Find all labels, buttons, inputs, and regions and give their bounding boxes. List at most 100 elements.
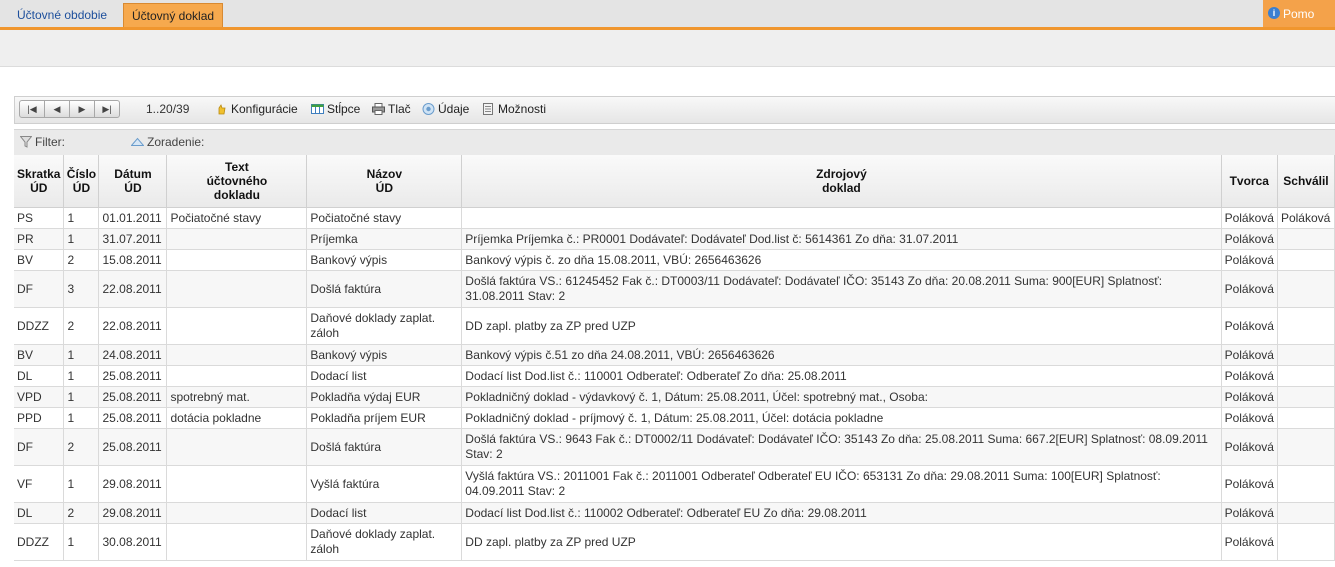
cell-nazov: Bankový výpis bbox=[306, 249, 463, 271]
table-row[interactable]: DF 3 22.08.2011 Došlá faktúra Došlá faktúra … bbox=[14, 270, 1335, 308]
cell-text bbox=[166, 428, 308, 466]
cell-skratka: BV bbox=[14, 344, 65, 366]
cell-nazov: Počiatočné stavy bbox=[306, 207, 463, 229]
table-row[interactable]: VPD 1 25.08.2011 spotrebný mat. Pokladňa výd… bbox=[14, 386, 1335, 408]
cell-skratka: VPD bbox=[14, 386, 65, 408]
header-row: Skratka ÚD Číslo ÚD Dátum ÚD Text účtovného d… bbox=[14, 155, 1335, 208]
cell-zdroj: Vyšlá faktúra VS.: 2011001 Fak č.: 20110… bbox=[461, 465, 1222, 503]
cell-tvorca: Poláková bbox=[1220, 228, 1278, 250]
next-page-button[interactable]: ▶ bbox=[69, 100, 95, 118]
table-row[interactable]: DL 1 25.08.2011 Dodací list Dodací list Dod.… bbox=[14, 365, 1335, 387]
table-row[interactable]: DDZZ 2 22.08.2011 Daňové doklady zaplat. zá… bbox=[14, 307, 1335, 345]
column-header-nazov[interactable]: Názov ÚD bbox=[306, 155, 463, 208]
udaje-button[interactable]: Údaje bbox=[422, 102, 469, 116]
cell-tvorca: Poláková bbox=[1220, 249, 1278, 271]
konfiguracie-label: Konfigurácie bbox=[231, 102, 298, 116]
last-page-button[interactable]: ▶| bbox=[94, 100, 120, 118]
cell-nazov: Vyšlá faktúra bbox=[306, 465, 463, 503]
cell-datum: 29.08.2011 bbox=[98, 465, 168, 503]
cell-tvorca: Poláková bbox=[1220, 365, 1278, 387]
cell-nazov: Došlá faktúra bbox=[306, 270, 463, 308]
table-row[interactable]: BV 2 15.08.2011 Bankový výpis Bankový výpis … bbox=[14, 249, 1335, 271]
zoradenie-button[interactable]: Zoradenie: bbox=[130, 135, 204, 149]
prev-page-icon: ◀ bbox=[53, 103, 61, 114]
cell-datum: 25.08.2011 bbox=[98, 428, 168, 466]
cell-nazov: Bankový výpis bbox=[306, 344, 463, 366]
column-header-skratka[interactable]: Skratka ÚD bbox=[14, 155, 65, 208]
udaje-label: Údaje bbox=[438, 102, 470, 116]
columns-icon bbox=[311, 104, 324, 114]
documents-grid: Skratka ÚD Číslo ÚD Dátum ÚD Text účtovného d… bbox=[14, 155, 1335, 561]
cell-text: spotrebný mat. bbox=[166, 386, 308, 408]
cell-cislo: 1 bbox=[63, 465, 100, 503]
cell-datum: 22.08.2011 bbox=[98, 270, 168, 308]
help-button[interactable]: i Pomo bbox=[1263, 0, 1335, 27]
pager-nav: |◀ ◀ ▶ ▶| bbox=[19, 100, 120, 118]
table-row[interactable]: DF 2 25.08.2011 Došlá faktúra Došlá faktúra … bbox=[14, 428, 1335, 466]
cell-nazov: Došlá faktúra bbox=[306, 428, 463, 466]
cell-zdroj: Príjemka Príjemka č.: PR0001 Dodávateľ: … bbox=[461, 228, 1222, 250]
table-row[interactable]: DL 2 29.08.2011 Dodací list Dodací list Dod.… bbox=[14, 502, 1335, 524]
cell-datum: 30.08.2011 bbox=[98, 523, 168, 561]
cell-zdroj: Došlá faktúra VS.: 9643 Fak č.: DT0002/1… bbox=[461, 428, 1222, 466]
cell-datum: 22.08.2011 bbox=[98, 307, 168, 345]
tab-uctovne-obdobie[interactable]: Účtovné obdobie bbox=[9, 3, 115, 27]
cell-schvalil bbox=[1276, 428, 1335, 466]
cell-zdroj: DD zapl. platby za ZP pred UZP bbox=[461, 523, 1222, 561]
column-header-cislo[interactable]: Číslo ÚD bbox=[63, 155, 100, 208]
cell-schvalil bbox=[1276, 270, 1335, 308]
cell-schvalil bbox=[1276, 249, 1335, 271]
table-row[interactable]: PR 1 31.07.2011 Príjemka Príjemka Príjemka č… bbox=[14, 228, 1335, 250]
table-row[interactable]: PPD 1 25.08.2011 dotácia pokladne Pokladňa p… bbox=[14, 407, 1335, 429]
cell-cislo: 2 bbox=[63, 502, 100, 524]
cell-skratka: BV bbox=[14, 249, 65, 271]
cell-schvalil bbox=[1276, 344, 1335, 366]
moznosti-button[interactable]: Možnosti bbox=[482, 102, 546, 116]
prev-page-button[interactable]: ◀ bbox=[44, 100, 70, 118]
cell-text bbox=[166, 307, 308, 345]
first-page-icon: |◀ bbox=[27, 103, 37, 114]
cell-tvorca: Poláková bbox=[1220, 307, 1278, 345]
cell-text bbox=[166, 502, 308, 524]
cell-zdroj: DD zapl. platby za ZP pred UZP bbox=[461, 307, 1222, 345]
stlpce-button[interactable]: Stĺpce bbox=[311, 102, 360, 116]
tlac-label: Tlač bbox=[388, 102, 411, 116]
cell-schvalil bbox=[1276, 407, 1335, 429]
tab-uctovny-doklad[interactable]: Účtovný doklad bbox=[123, 3, 224, 27]
table-row[interactable]: BV 1 24.08.2011 Bankový výpis Bankový výpis … bbox=[14, 344, 1335, 366]
cell-nazov: Daňové doklady zaplat. záloh bbox=[306, 307, 463, 345]
column-header-zdroj[interactable]: Zdrojový doklad bbox=[461, 155, 1222, 208]
cell-cislo: 2 bbox=[63, 428, 100, 466]
filter-button[interactable]: Filter: bbox=[19, 135, 65, 149]
table-row[interactable]: VF 1 29.08.2011 Vyšlá faktúra Vyšlá faktúra … bbox=[14, 465, 1335, 503]
cell-datum: 24.08.2011 bbox=[98, 344, 168, 366]
cell-text: Počiatočné stavy bbox=[166, 207, 308, 229]
cell-nazov: Pokladňa výdaj EUR bbox=[306, 386, 463, 408]
cell-schvalil: Poláková bbox=[1276, 207, 1335, 229]
cell-skratka: DL bbox=[14, 502, 65, 524]
options-icon bbox=[483, 103, 493, 115]
table-row[interactable]: PS 1 01.01.2011 Počiatočné stavy Počiatočné … bbox=[14, 207, 1335, 229]
first-page-button[interactable]: |◀ bbox=[19, 100, 45, 118]
help-icon: i bbox=[1268, 7, 1280, 19]
tlac-button[interactable]: Tlač bbox=[372, 102, 411, 116]
table-row[interactable]: DDZZ 1 30.08.2011 Daňové doklady zaplat. zá… bbox=[14, 523, 1335, 561]
cell-schvalil bbox=[1276, 307, 1335, 345]
cell-tvorca: Poláková bbox=[1220, 523, 1278, 561]
page-info: 1..20/39 bbox=[146, 102, 190, 116]
column-header-tvorca[interactable]: Tvorca bbox=[1220, 155, 1278, 208]
cell-zdroj: Pokladničný doklad - príjmový č. 1, Dátu… bbox=[461, 407, 1222, 429]
cell-skratka: DDZZ bbox=[14, 523, 65, 561]
filter-bar: Filter: Zoradenie: bbox=[14, 129, 1335, 155]
cell-tvorca: Poláková bbox=[1220, 502, 1278, 524]
column-header-schvalil[interactable]: Schválil bbox=[1276, 155, 1335, 208]
cell-zdroj: Dodací list Dod.list č.: 110001 Odberate… bbox=[461, 365, 1222, 387]
printer-icon bbox=[372, 103, 385, 115]
cell-tvorca: Poláková bbox=[1220, 465, 1278, 503]
column-header-datum[interactable]: Dátum ÚD bbox=[98, 155, 168, 208]
cell-cislo: 1 bbox=[63, 207, 100, 229]
cell-cislo: 1 bbox=[63, 523, 100, 561]
konfiguracie-button[interactable]: Konfigurácie bbox=[215, 102, 298, 116]
column-header-text[interactable]: Text účtovného dokladu bbox=[166, 155, 308, 208]
cell-tvorca: Poláková bbox=[1220, 407, 1278, 429]
